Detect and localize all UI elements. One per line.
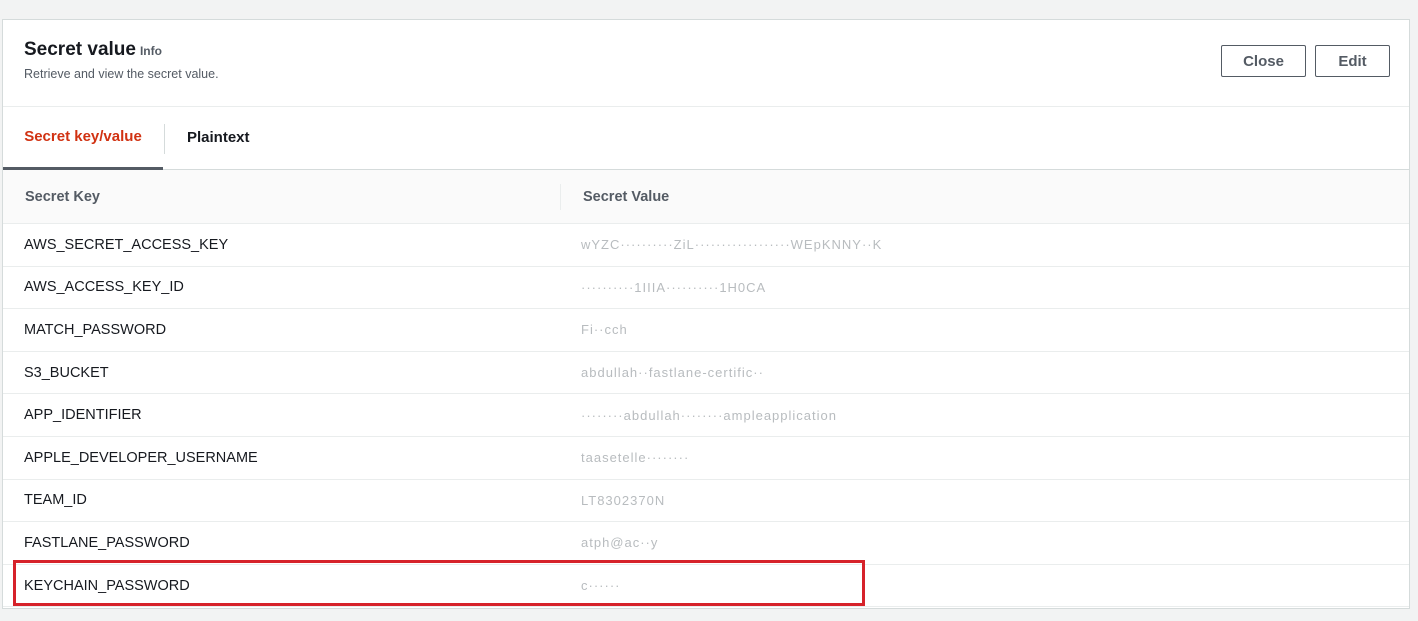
page-subtitle: Retrieve and view the secret value. [24,67,219,81]
secret-value-cell: Fi··cch [581,322,628,338]
column-header-secret-value[interactable]: Secret Value [583,170,669,223]
secret-key-cell: S3_BUCKET [24,364,109,381]
table-row: APPLE_DEVELOPER_USERNAME taasetelle·····… [3,437,1409,480]
secret-value-panel: Secret value Info Retrieve and view the s… [2,19,1410,609]
column-header-secret-key[interactable]: Secret Key [25,170,100,223]
table-row: KEYCHAIN_PASSWORD c······ [3,565,1409,608]
page-title: Secret value [24,39,136,60]
table-row: S3_BUCKET abdullah··fastlane-certific·· [3,352,1409,395]
secret-key-cell: AWS_SECRET_ACCESS_KEY [24,236,229,253]
secret-value-cell: abdullah··fastlane-certific·· [581,365,764,381]
table-row: AWS_ACCESS_KEY_ID ··········1IIIA·······… [3,267,1409,310]
table-row: TEAM_ID LT8302370N [3,480,1409,523]
table-row: FASTLANE_PASSWORD atph@ac··y [3,522,1409,565]
secret-value-cell: c······ [581,578,621,594]
secret-value-cell: ········abdullah········ampleapplication [581,407,837,423]
secret-value-cell: ··········1IIIA··········1H0CA [581,279,767,295]
table-header: Secret Key Secret Value [3,170,1409,224]
secret-key-cell: MATCH_PASSWORD [24,321,167,338]
secret-key-cell: FASTLANE_PASSWORD [24,534,190,551]
close-button[interactable]: Close [1221,45,1306,77]
column-divider [560,184,561,210]
table-row: AWS_SECRET_ACCESS_KEY wYZC··········ZiL·… [3,224,1409,267]
secret-key-cell: AWS_ACCESS_KEY_ID [24,279,184,296]
secret-value-cell: LT8302370N [581,492,666,508]
tab-divider [164,124,165,154]
secret-key-cell: APPLE_DEVELOPER_USERNAME [24,449,258,466]
panel-header: Secret value Info Retrieve and view the s… [3,20,1409,107]
secret-key-cell: TEAM_ID [24,492,87,509]
secret-value-cell: wYZC··········ZiL··················WEpKN… [581,237,883,253]
tab-bar: Secret key/value Plaintext [3,106,1409,170]
tab-secret-key-value[interactable]: Secret key/value [3,106,163,170]
table-row: MATCH_PASSWORD Fi··cch [3,309,1409,352]
info-link[interactable]: Info [140,44,162,58]
title-row: Secret value Info [24,39,162,61]
secret-value-cell: atph@ac··y [581,535,659,551]
table-row: APP_IDENTIFIER ········abdullah········a… [3,394,1409,437]
secret-key-cell: KEYCHAIN_PASSWORD [24,577,190,594]
edit-button[interactable]: Edit [1315,45,1390,77]
secret-value-cell: taasetelle········ [581,450,690,466]
secret-key-cell: APP_IDENTIFIER [24,407,142,424]
tab-plaintext[interactable]: Plaintext [187,106,250,169]
secret-table: Secret Key Secret Value AWS_SECRET_ACCES… [3,170,1409,608]
